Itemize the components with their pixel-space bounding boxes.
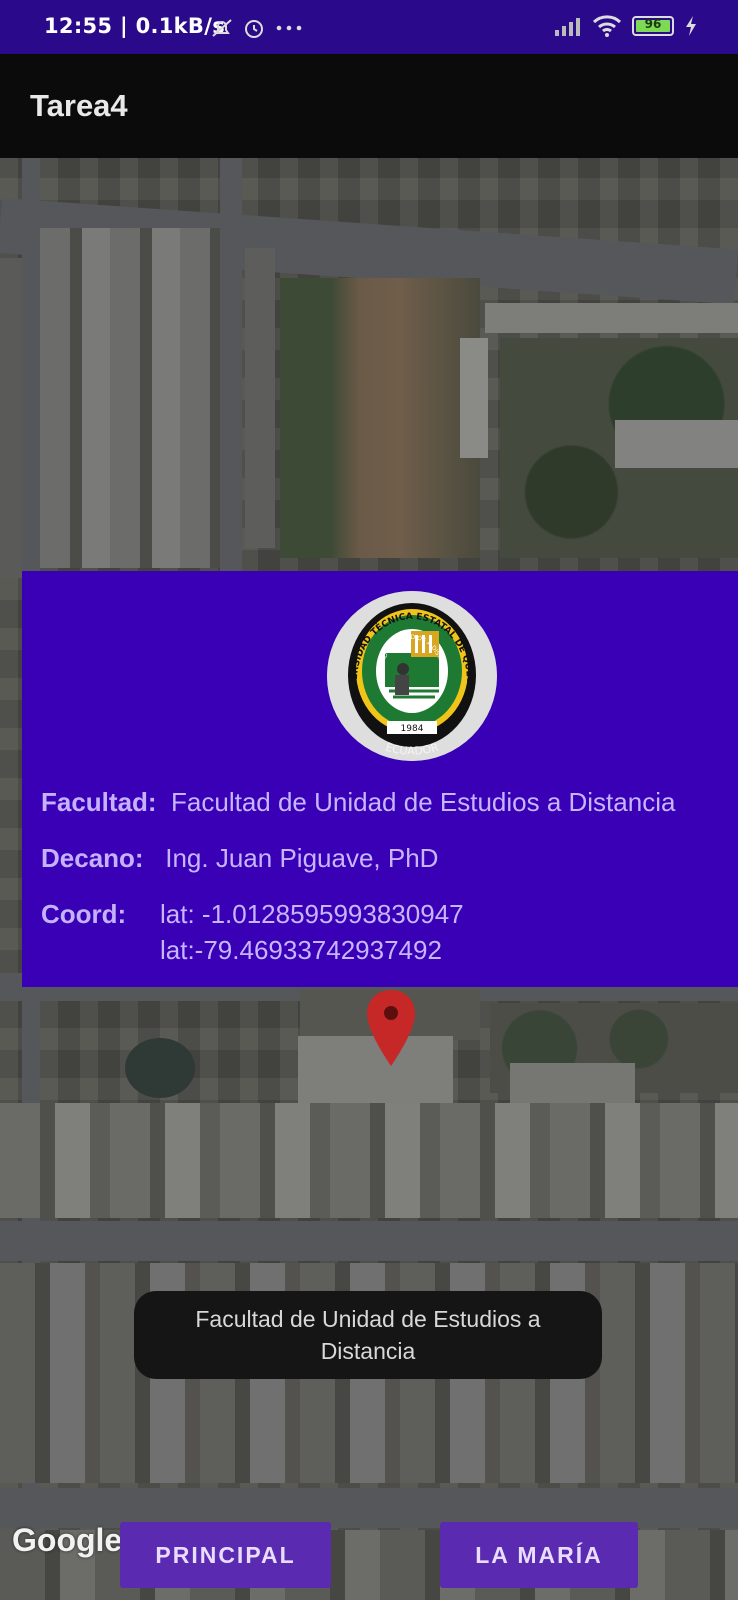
status-bar: 12:55 | 0.1kB/s 96 [0, 0, 738, 54]
coord-row: Coord: lat: -1.0128595993830947 [41, 899, 464, 930]
app-bar: Tarea4 [0, 54, 738, 158]
map-road [220, 158, 242, 578]
wifi-icon [592, 15, 622, 37]
decano-row: Decano: Ing. Juan Piguave, PhD [41, 843, 438, 874]
decano-value: Ing. Juan Piguave, PhD [165, 843, 439, 873]
facultad-value: Facultad de Unidad de Estudios a Distanc… [171, 787, 676, 817]
google-attribution: Google [12, 1522, 123, 1558]
bell-off-icon [212, 19, 232, 37]
status-left-icons [210, 16, 304, 40]
map-buildings [0, 1103, 738, 1218]
principal-button[interactable]: PRINCIPAL [120, 1522, 331, 1588]
university-seal-icon: 1984 UNIVERSIDAD TÉCNICA ESTATAL DE QUEV… [327, 591, 497, 761]
signal-icon [555, 18, 580, 36]
coord-lat-value: lat: -1.0128595993830947 [160, 899, 464, 929]
coord-lng-value: lat:-79.46933742937492 [160, 935, 442, 965]
status-time: 12:55 | 0.1kB/s [44, 14, 226, 38]
more-dots-icon [276, 25, 302, 31]
alarm-icon [245, 20, 263, 38]
university-logo: 1984 UNIVERSIDAD TÉCNICA ESTATAL DE QUEV… [327, 591, 497, 761]
map-building [460, 338, 488, 458]
coord-label: Coord: [41, 899, 127, 929]
map-buildings [245, 248, 275, 548]
map-building [615, 420, 738, 468]
toast-message: Facultad de Unidad de Estudios a Distanc… [134, 1291, 602, 1379]
facultad-label: Facultad: [41, 787, 157, 817]
coord-row-2: lat:-79.46933742937492 [160, 935, 442, 966]
map-building [485, 303, 738, 333]
charging-icon [686, 16, 696, 36]
facultad-row: Facultad: Facultad de Unidad de Estudios… [41, 787, 675, 818]
map-buildings [40, 228, 220, 568]
map-road [0, 1221, 738, 1261]
map-pin-icon[interactable] [365, 988, 417, 1068]
map-trees [125, 1038, 195, 1098]
svg-text:1984: 1984 [401, 724, 424, 734]
map-field [280, 278, 480, 558]
decano-label: Decano: [41, 843, 144, 873]
la-maria-button[interactable]: LA MARÍA [440, 1522, 638, 1588]
battery-icon: 96 [632, 16, 674, 36]
map-building [0, 258, 22, 578]
app-title: Tarea4 [30, 88, 128, 123]
info-window[interactable]: 1984 UNIVERSIDAD TÉCNICA ESTATAL DE QUEV… [22, 571, 738, 987]
status-right-icons: 96 [554, 14, 698, 38]
